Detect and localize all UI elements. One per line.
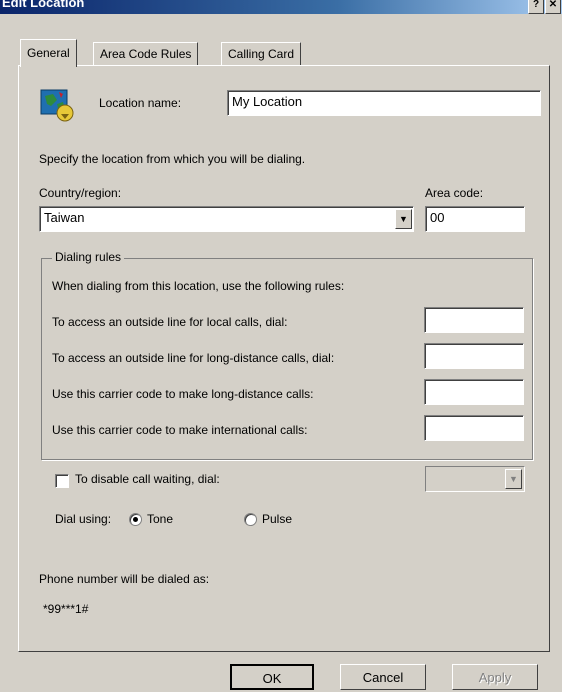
intl-carrier-input[interactable] bbox=[424, 415, 524, 441]
apply-button: Apply bbox=[452, 664, 538, 690]
ld-carrier-input[interactable] bbox=[424, 379, 524, 405]
help-button[interactable]: ? bbox=[528, 0, 544, 14]
call-waiting-label: To disable call waiting, dial: bbox=[75, 472, 220, 486]
call-waiting-chevron-icon: ▼ bbox=[505, 469, 522, 489]
location-globe-icon bbox=[40, 89, 74, 122]
tone-radio-dot bbox=[133, 517, 138, 522]
area-code-input[interactable]: 00 bbox=[425, 206, 525, 232]
local-calls-label: To access an outside line for local call… bbox=[52, 315, 288, 329]
country-region-value: Taiwan bbox=[44, 210, 85, 225]
call-waiting-checkbox[interactable] bbox=[55, 474, 69, 488]
pulse-label: Pulse bbox=[262, 512, 293, 526]
tone-label: Tone bbox=[147, 512, 174, 526]
cancel-button[interactable]: Cancel bbox=[340, 664, 426, 690]
dialing-rules-intro: When dialing from this location, use the… bbox=[52, 279, 345, 293]
close-button[interactable]: ✕ bbox=[545, 0, 561, 14]
dialing-rules-legend: Dialing rules bbox=[52, 250, 125, 264]
ok-button[interactable]: OK bbox=[230, 664, 314, 690]
tone-radio[interactable] bbox=[129, 513, 142, 526]
country-region-label: Country/region: bbox=[39, 186, 122, 200]
ld-carrier-label: Use this carrier code to make long-dista… bbox=[52, 387, 314, 401]
pulse-radio[interactable] bbox=[244, 513, 257, 526]
long-distance-input[interactable] bbox=[424, 343, 524, 369]
dial-using-label: Dial using: bbox=[55, 512, 112, 526]
title-bar: Edit Location ? ✕ bbox=[0, 0, 562, 14]
tab-calling-card[interactable]: Calling Card bbox=[221, 42, 302, 65]
intl-carrier-label: Use this carrier code to make internatio… bbox=[52, 423, 308, 437]
tab-area-code-rules[interactable]: Area Code Rules bbox=[93, 42, 199, 65]
window-title: Edit Location bbox=[2, 0, 85, 10]
location-name-input[interactable]: My Location bbox=[227, 90, 541, 116]
general-tab-panel: Location name: My Location Specify the l… bbox=[18, 65, 550, 652]
location-name-label: Location name: bbox=[99, 96, 182, 110]
tab-general[interactable]: General bbox=[20, 39, 77, 67]
chevron-down-icon[interactable]: ▼ bbox=[395, 209, 412, 229]
phone-preview-value: *99***1# bbox=[43, 602, 89, 616]
instruction-text: Specify the location from which you will… bbox=[39, 152, 306, 166]
local-calls-input[interactable] bbox=[424, 307, 524, 333]
country-region-select[interactable]: Taiwan bbox=[39, 206, 414, 232]
phone-preview-label: Phone number will be dialed as: bbox=[39, 572, 210, 586]
dialing-rules-group: Dialing rules When dialing from this loc… bbox=[41, 250, 533, 460]
area-code-label: Area code: bbox=[425, 186, 484, 200]
long-distance-label: To access an outside line for long-dista… bbox=[52, 351, 335, 365]
